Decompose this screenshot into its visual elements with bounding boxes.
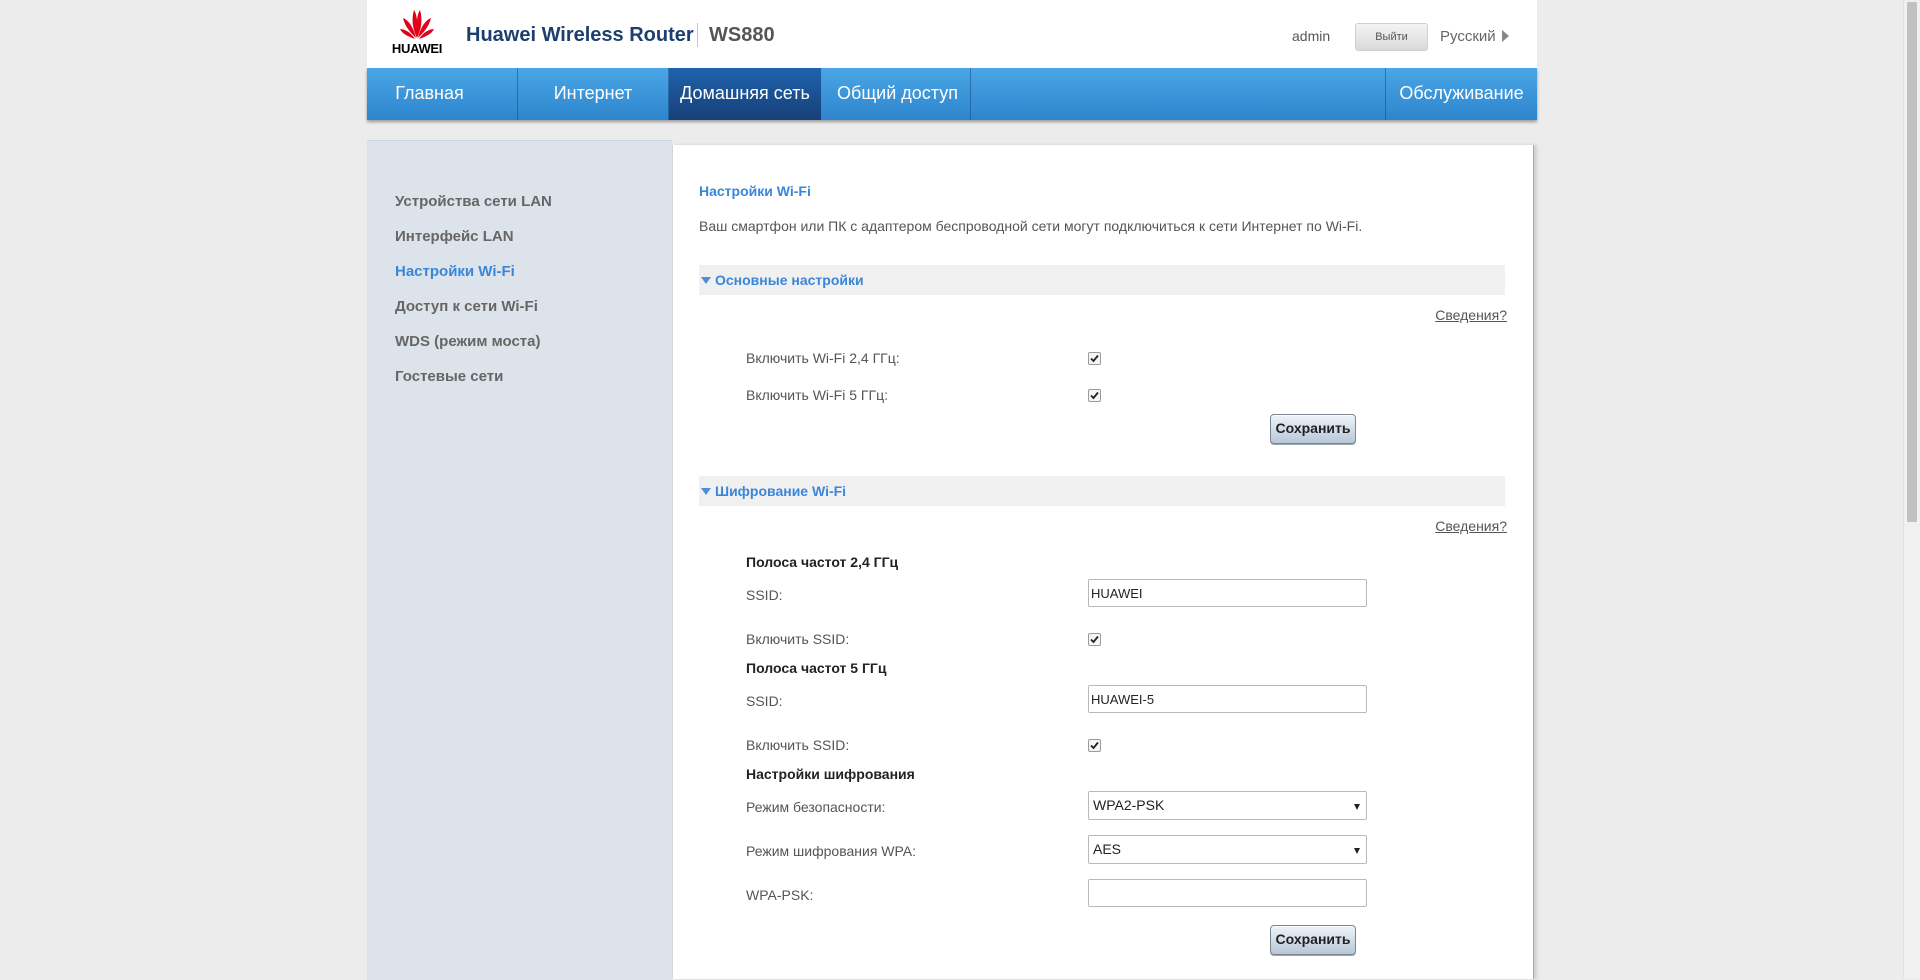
nav-maintenance[interactable]: Обслуживание	[1386, 68, 1537, 120]
encryption-settings-heading: Настройки шифрования	[746, 766, 915, 782]
collapse-triangle-icon	[701, 277, 711, 284]
current-user: admin	[1292, 28, 1331, 44]
page-description: Ваш смартфон или ПК с адаптером беспрово…	[699, 218, 1363, 234]
band24-heading: Полоса частот 2,4 ГГц	[746, 554, 899, 570]
band24-enable-ssid-checkbox[interactable]	[1088, 633, 1101, 646]
sidebar-item-lan-devices[interactable]: Устройства сети LAN	[395, 193, 552, 210]
language-label: Русский	[1440, 28, 1496, 45]
basic-settings-section-header[interactable]: Основные настройки	[699, 265, 1505, 295]
band5-ssid-input[interactable]	[1088, 685, 1367, 713]
nav-home[interactable]: Главная	[367, 68, 492, 120]
wpa-mode-label: Режим шифрования WPA:	[746, 843, 917, 859]
sidebar-item-guest-networks[interactable]: Гостевые сети	[395, 368, 503, 385]
sidebar-item-wifi-settings[interactable]: Настройки Wi-Fi	[395, 263, 515, 280]
encryption-info-link[interactable]: Сведения?	[1435, 518, 1507, 534]
sidebar-item-wifi-access[interactable]: Доступ к сети Wi-Fi	[395, 298, 538, 315]
page-title: Настройки Wi-Fi	[699, 183, 811, 199]
band24-enable-ssid-label: Включить SSID:	[746, 631, 850, 647]
product-title: Huawei Wireless Router	[466, 24, 694, 46]
wifi24-enable-checkbox[interactable]	[1088, 352, 1101, 365]
security-mode-select[interactable]: WPA2-PSK	[1088, 791, 1367, 820]
sidebar: Устройства сети LAN Интерфейс LAN Настро…	[367, 140, 672, 980]
psk-label: WPA-PSK:	[746, 887, 814, 903]
sidebar-item-lan-interface[interactable]: Интерфейс LAN	[395, 228, 514, 245]
collapse-triangle-icon	[701, 488, 711, 495]
basic-info-link[interactable]: Сведения?	[1435, 307, 1507, 323]
section-title: Основные настройки	[715, 272, 864, 288]
dropdown-arrow-icon	[1354, 804, 1360, 810]
checkmark-icon	[1090, 635, 1099, 644]
encryption-section-header[interactable]: Шифрование Wi-Fi	[699, 476, 1505, 506]
security-mode-value: WPA2-PSK	[1093, 797, 1165, 813]
wifi5-enable-checkbox[interactable]	[1088, 389, 1101, 402]
content-panel: Настройки Wi-Fi Ваш смартфон или ПК с ад…	[672, 145, 1534, 979]
wpa-mode-select[interactable]: AES	[1088, 835, 1367, 864]
save-basic-button[interactable]: Сохранить	[1270, 414, 1356, 444]
nav-internet[interactable]: Интернет	[518, 68, 668, 120]
section-title: Шифрование Wi-Fi	[715, 483, 847, 499]
sidebar-item-wds[interactable]: WDS (режим моста)	[395, 333, 540, 350]
psk-input[interactable]	[1088, 879, 1367, 907]
wifi24-enable-label: Включить Wi-Fi 2,4 ГГц:	[746, 350, 900, 366]
huawei-flower-icon	[400, 10, 434, 39]
dropdown-arrow-icon	[1354, 848, 1360, 854]
band24-ssid-input[interactable]	[1088, 579, 1367, 607]
security-mode-label: Режим безопасности:	[746, 799, 886, 815]
nav-sharing[interactable]: Общий доступ	[821, 68, 974, 120]
logo-text: HUAWEI	[391, 41, 443, 56]
band5-heading: Полоса частот 5 ГГц	[746, 660, 887, 676]
band5-enable-ssid-label: Включить SSID:	[746, 737, 850, 753]
header: HUAWEI Huawei Wireless Router WS880 admi…	[367, 0, 1537, 68]
model-name: WS880	[709, 24, 775, 46]
caret-right-icon	[1501, 30, 1509, 42]
band5-enable-ssid-checkbox[interactable]	[1088, 739, 1101, 752]
checkmark-icon	[1090, 741, 1099, 750]
wifi5-enable-label: Включить Wi-Fi 5 ГГц:	[746, 387, 888, 403]
nav-home-network[interactable]: Домашняя сеть	[669, 68, 821, 120]
title-divider	[697, 23, 698, 47]
huawei-logo: HUAWEI	[387, 8, 447, 56]
router-frame: HUAWEI Huawei Wireless Router WS880 admi…	[367, 0, 1537, 980]
logout-button[interactable]: Выйти	[1355, 23, 1428, 51]
wpa-mode-value: AES	[1093, 841, 1122, 857]
main-nav: Главная Интернет Домашняя сеть Общий дос…	[367, 68, 1537, 120]
save-encryption-button[interactable]: Сохранить	[1270, 925, 1356, 955]
checkmark-icon	[1090, 354, 1099, 363]
band5-ssid-label: SSID:	[746, 693, 783, 709]
page-scrollbar[interactable]	[1903, 0, 1920, 979]
checkmark-icon	[1090, 391, 1099, 400]
scrollbar-thumb[interactable]	[1907, 2, 1917, 522]
band24-ssid-label: SSID:	[746, 587, 783, 603]
language-selector[interactable]: Русский	[1440, 28, 1509, 45]
nav-divider	[970, 68, 971, 120]
